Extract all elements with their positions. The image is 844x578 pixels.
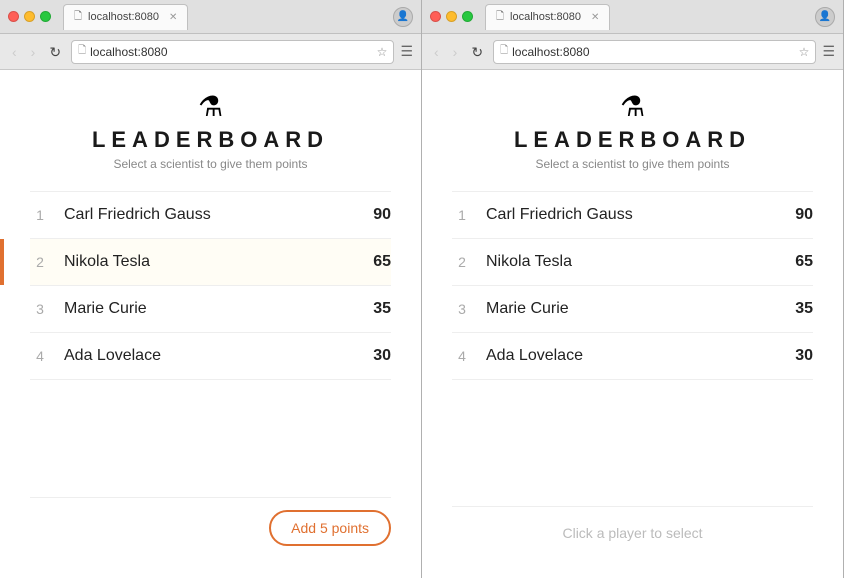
player-name: Marie Curie — [64, 300, 373, 318]
player-name: Ada Lovelace — [64, 347, 373, 365]
rank: 3 — [452, 301, 472, 317]
add-points-button[interactable]: Add 5 points — [269, 510, 391, 546]
lock-icon: 🗋 — [78, 43, 86, 60]
board-subtitle-left: Select a scientist to give them points — [30, 157, 391, 171]
rank: 4 — [30, 348, 50, 364]
player-row[interactable]: 4 Ada Lovelace 30 — [30, 333, 391, 380]
rank: 2 — [30, 254, 50, 270]
user-avatar-right[interactable]: 👤 — [815, 7, 835, 27]
traffic-lights — [8, 11, 51, 22]
title-bar-right: 🗋 localhost:8080 ✕ 👤 — [422, 0, 843, 34]
close-button[interactable] — [8, 11, 19, 22]
rank: 1 — [30, 207, 50, 223]
browser-tab-left[interactable]: 🗋 localhost:8080 ✕ — [63, 4, 188, 30]
toolbar-right: ‹ › ↻ 🗋 localhost:8080 ☆ ☰ — [422, 34, 843, 70]
player-score: 30 — [795, 347, 813, 365]
rank: 1 — [452, 207, 472, 223]
tab-doc-icon: 🗋 — [74, 9, 82, 26]
tab-label-right: localhost:8080 — [510, 11, 581, 23]
user-avatar-left[interactable]: 👤 — [393, 7, 413, 27]
player-name: Nikola Tesla — [64, 253, 373, 271]
menu-icon-right[interactable]: ☰ — [822, 43, 835, 60]
player-row[interactable]: 2 Nikola Tesla 65 — [452, 239, 813, 286]
refresh-button[interactable]: ↻ — [45, 43, 65, 61]
header-section-left: ⚗ LEADERBOARD Select a scientist to give… — [30, 90, 391, 171]
player-score: 90 — [795, 206, 813, 224]
page-content-right: ⚗ LEADERBOARD Select a scientist to give… — [422, 70, 843, 578]
address-bar-right[interactable]: 🗋 localhost:8080 ☆ — [493, 40, 816, 64]
minimize-button[interactable] — [24, 11, 35, 22]
browser-window-left: 🗋 localhost:8080 ✕ 👤 ‹ › ↻ 🗋 localhost:8… — [0, 0, 422, 578]
toolbar-left: ‹ › ↻ 🗋 localhost:8080 ☆ ☰ — [0, 34, 421, 70]
player-list-left: 1 Carl Friedrich Gauss 90 2 Nikola Tesla… — [30, 191, 391, 497]
browser-window-right: 🗋 localhost:8080 ✕ 👤 ‹ › ↻ 🗋 localhost:8… — [422, 0, 844, 578]
minimize-button-right[interactable] — [446, 11, 457, 22]
player-name: Marie Curie — [486, 300, 795, 318]
close-button-right[interactable] — [430, 11, 441, 22]
leaderboard-left: ⚗ LEADERBOARD Select a scientist to give… — [0, 70, 421, 578]
player-name: Carl Friedrich Gauss — [64, 206, 373, 224]
player-score: 35 — [373, 300, 391, 318]
no-selection-text: Click a player to select — [452, 525, 813, 541]
player-row[interactable]: 1 Carl Friedrich Gauss 90 — [30, 192, 391, 239]
player-score: 30 — [373, 347, 391, 365]
header-section-right: ⚗ LEADERBOARD Select a scientist to give… — [452, 90, 813, 171]
menu-icon[interactable]: ☰ — [400, 43, 413, 60]
flask-icon-left: ⚗ — [30, 90, 391, 123]
board-title-right: LEADERBOARD — [452, 127, 813, 153]
rank: 4 — [452, 348, 472, 364]
player-name: Ada Lovelace — [486, 347, 795, 365]
tab-close-icon[interactable]: ✕ — [169, 12, 177, 23]
player-row[interactable]: 2 Nikola Tesla 65 — [30, 239, 391, 286]
flask-icon-right: ⚗ — [452, 90, 813, 123]
leaderboard-right: ⚗ LEADERBOARD Select a scientist to give… — [422, 70, 843, 578]
player-row[interactable]: 3 Marie Curie 35 — [30, 286, 391, 333]
board-subtitle-right: Select a scientist to give them points — [452, 157, 813, 171]
player-list-right: 1 Carl Friedrich Gauss 90 2 Nikola Tesla… — [452, 191, 813, 506]
player-score: 90 — [373, 206, 391, 224]
url-text-right: localhost:8080 — [512, 45, 795, 59]
player-row[interactable]: 4 Ada Lovelace 30 — [452, 333, 813, 380]
player-row[interactable]: 1 Carl Friedrich Gauss 90 — [452, 192, 813, 239]
player-score: 35 — [795, 300, 813, 318]
footer-section-left: Add 5 points — [30, 497, 391, 558]
player-name: Carl Friedrich Gauss — [486, 206, 795, 224]
player-row[interactable]: 3 Marie Curie 35 — [452, 286, 813, 333]
address-bar-left[interactable]: 🗋 localhost:8080 ☆ — [71, 40, 394, 64]
back-button[interactable]: ‹ — [8, 43, 21, 61]
tab-close-icon-right[interactable]: ✕ — [591, 12, 599, 23]
maximize-button[interactable] — [40, 11, 51, 22]
board-title-left: LEADERBOARD — [30, 127, 391, 153]
footer-section-right: Click a player to select — [452, 506, 813, 558]
bookmark-icon-right[interactable]: ☆ — [799, 45, 810, 59]
rank: 2 — [452, 254, 472, 270]
player-score: 65 — [795, 253, 813, 271]
refresh-button-right[interactable]: ↻ — [467, 43, 487, 61]
tab-doc-icon-right: 🗋 — [496, 9, 504, 26]
back-button-right[interactable]: ‹ — [430, 43, 443, 61]
browser-tab-right[interactable]: 🗋 localhost:8080 ✕ — [485, 4, 610, 30]
tab-label: localhost:8080 — [88, 11, 159, 23]
lock-icon-right: 🗋 — [500, 43, 508, 60]
url-text: localhost:8080 — [90, 45, 373, 59]
player-name: Nikola Tesla — [486, 253, 795, 271]
player-score: 65 — [373, 253, 391, 271]
title-bar-left: 🗋 localhost:8080 ✕ 👤 — [0, 0, 421, 34]
bookmark-icon[interactable]: ☆ — [377, 45, 388, 59]
rank: 3 — [30, 301, 50, 317]
maximize-button-right[interactable] — [462, 11, 473, 22]
traffic-lights-right — [430, 11, 473, 22]
forward-button[interactable]: › — [27, 43, 40, 61]
forward-button-right[interactable]: › — [449, 43, 462, 61]
page-content-left: ⚗ LEADERBOARD Select a scientist to give… — [0, 70, 421, 578]
